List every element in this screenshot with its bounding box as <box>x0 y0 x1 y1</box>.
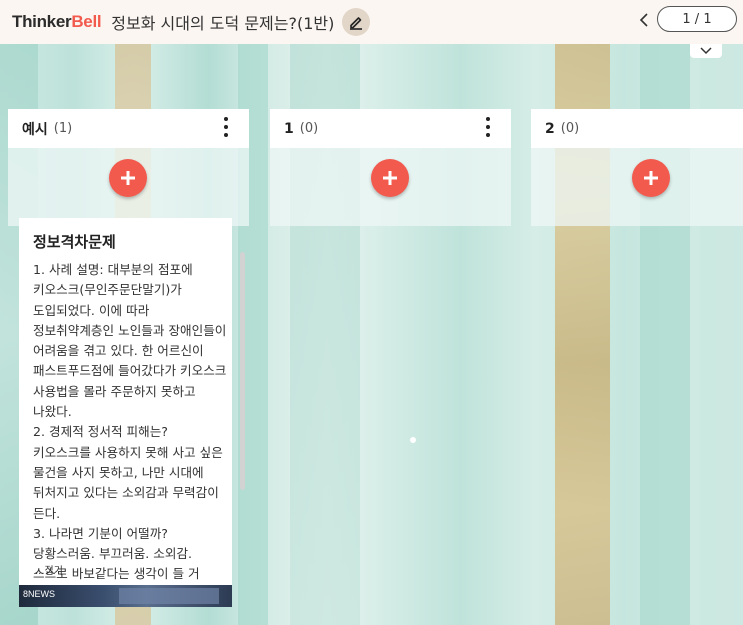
fold-link[interactable]: ...접기 <box>35 562 63 577</box>
column-count: (0) <box>560 121 580 136</box>
news-logo: 8NEWS <box>23 589 56 599</box>
column-count: (0) <box>299 121 319 136</box>
column-header: 1 (0) <box>270 109 511 148</box>
add-post-button[interactable] <box>632 159 670 197</box>
card-scrollbar[interactable] <box>240 252 245 490</box>
app-logo[interactable]: ThinkerBell <box>12 12 102 32</box>
post-title: 정보격차문제 <box>33 233 116 251</box>
chevron-left-icon <box>639 13 648 27</box>
column-example: 예시 (1) <box>8 109 249 226</box>
column-1: 1 (0) <box>270 109 511 226</box>
post-attachment-thumbnail[interactable]: 8NEWS <box>19 585 232 607</box>
page-indicator[interactable]: 1 / 1 <box>657 6 737 32</box>
column-title: 2 <box>545 120 555 137</box>
column-menu-button[interactable] <box>483 117 493 137</box>
post-body: 1. 사례 설명: 대부분의 점포에 키오스크(무인주문단말기)가 도입되었다.… <box>33 262 227 602</box>
edit-title-button[interactable] <box>342 8 371 36</box>
plus-icon <box>383 171 397 185</box>
column-menu-button[interactable] <box>221 117 231 137</box>
board-title: 정보화 시대의 도덕 문제는?(1반) <box>111 14 335 33</box>
collapse-header-button[interactable] <box>690 44 722 58</box>
kebab-menu-icon <box>486 117 490 121</box>
plus-icon <box>644 171 658 185</box>
column-header: 예시 (1) <box>8 109 249 148</box>
add-post-button[interactable] <box>371 159 409 197</box>
column-title: 예시 <box>22 121 48 138</box>
add-post-button[interactable] <box>109 159 147 197</box>
prev-page-button[interactable] <box>634 9 654 31</box>
column-count: (1) <box>53 121 73 136</box>
chevron-down-icon <box>700 47 712 55</box>
kebab-menu-icon <box>224 117 228 121</box>
pencil-icon <box>350 17 363 30</box>
column-header: 2 (0) <box>531 109 743 148</box>
top-header: ThinkerBell 정보화 시대의 도덕 문제는?(1반) 1 / 1 <box>0 0 743 44</box>
column-2: 2 (0) <box>531 109 743 226</box>
post-card[interactable]: 정보격차문제 1. 사례 설명: 대부분의 점포에 키오스크(무인주문단말기)가… <box>19 218 232 607</box>
plus-icon <box>121 171 135 185</box>
column-title: 1 <box>284 120 294 137</box>
